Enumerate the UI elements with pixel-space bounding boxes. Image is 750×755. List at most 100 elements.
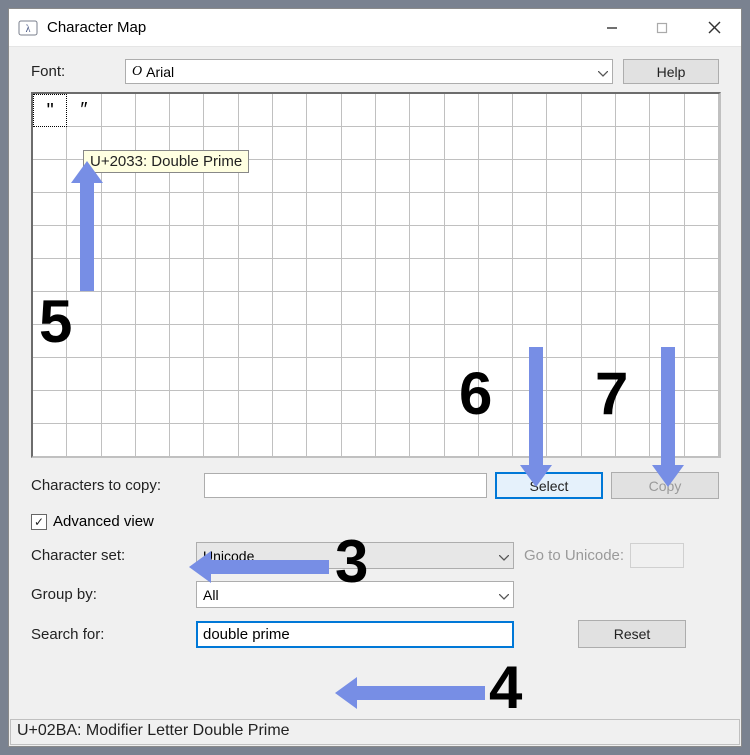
- grid-cell[interactable]: [513, 193, 547, 226]
- grid-cell[interactable]: [204, 358, 238, 391]
- grid-cell[interactable]: [376, 424, 410, 457]
- grid-cell[interactable]: [204, 325, 238, 358]
- grid-cell[interactable]: [685, 391, 719, 424]
- grid-cell[interactable]: [616, 292, 650, 325]
- grid-cell[interactable]: [513, 127, 547, 160]
- grid-cell[interactable]: [239, 391, 273, 424]
- grid-cell[interactable]: [479, 424, 513, 457]
- grid-cell[interactable]: [67, 424, 101, 457]
- grid-cell[interactable]: [273, 424, 307, 457]
- advanced-view-checkbox[interactable]: ✓: [31, 514, 47, 530]
- grid-cell[interactable]: [410, 391, 444, 424]
- grid-cell[interactable]: [479, 292, 513, 325]
- grid-cell[interactable]: [204, 226, 238, 259]
- grid-cell[interactable]: [650, 94, 684, 127]
- grid-cell[interactable]: [239, 325, 273, 358]
- grid-cell[interactable]: [239, 193, 273, 226]
- grid-cell[interactable]: [479, 94, 513, 127]
- goto-unicode-input[interactable]: [630, 543, 684, 568]
- grid-cell[interactable]: [102, 424, 136, 457]
- grid-cell[interactable]: [204, 94, 238, 127]
- grid-cell[interactable]: [685, 193, 719, 226]
- grid-cell[interactable]: [204, 424, 238, 457]
- grid-cell[interactable]: [376, 94, 410, 127]
- grid-cell[interactable]: [376, 391, 410, 424]
- grid-cell[interactable]: [273, 193, 307, 226]
- grid-cell[interactable]: [204, 259, 238, 292]
- grid-cell[interactable]: ": [33, 94, 67, 127]
- grid-cell[interactable]: [513, 259, 547, 292]
- grid-cell[interactable]: [170, 259, 204, 292]
- grid-cell[interactable]: [616, 424, 650, 457]
- grid-cell[interactable]: [685, 94, 719, 127]
- grid-cell[interactable]: [410, 259, 444, 292]
- grid-cell[interactable]: [616, 226, 650, 259]
- grid-cell[interactable]: [67, 325, 101, 358]
- grid-cell[interactable]: [307, 325, 341, 358]
- grid-cell[interactable]: [342, 160, 376, 193]
- grid-cell[interactable]: [102, 193, 136, 226]
- grid-cell[interactable]: [136, 391, 170, 424]
- grid-cell[interactable]: [102, 259, 136, 292]
- grid-cell[interactable]: [685, 226, 719, 259]
- grid-cell[interactable]: [410, 358, 444, 391]
- grid-cell[interactable]: [616, 160, 650, 193]
- grid-cell[interactable]: [616, 94, 650, 127]
- grid-cell[interactable]: [33, 127, 67, 160]
- grid-cell[interactable]: [616, 193, 650, 226]
- grid-cell[interactable]: [342, 193, 376, 226]
- grid-cell[interactable]: [273, 391, 307, 424]
- close-button[interactable]: [687, 9, 741, 47]
- grid-cell[interactable]: [479, 193, 513, 226]
- grid-cell[interactable]: [33, 391, 67, 424]
- grid-cell[interactable]: [376, 127, 410, 160]
- grid-cell[interactable]: [342, 94, 376, 127]
- grid-cell[interactable]: [445, 292, 479, 325]
- grid-cell[interactable]: [479, 160, 513, 193]
- grid-cell[interactable]: [650, 193, 684, 226]
- grid-cell[interactable]: [33, 193, 67, 226]
- grid-cell[interactable]: [582, 94, 616, 127]
- grid-cell[interactable]: [445, 160, 479, 193]
- grid-cell[interactable]: [239, 226, 273, 259]
- grid-cell[interactable]: [376, 259, 410, 292]
- grid-cell[interactable]: [204, 193, 238, 226]
- grid-cell[interactable]: [273, 325, 307, 358]
- grid-cell[interactable]: [410, 94, 444, 127]
- grid-cell[interactable]: [547, 160, 581, 193]
- grid-cell[interactable]: [170, 424, 204, 457]
- grid-cell[interactable]: [273, 127, 307, 160]
- grid-cell[interactable]: [102, 292, 136, 325]
- grid-cell[interactable]: [170, 325, 204, 358]
- grid-cell[interactable]: [547, 226, 581, 259]
- grid-cell[interactable]: [445, 193, 479, 226]
- grid-cell[interactable]: [685, 358, 719, 391]
- grid-cell[interactable]: [342, 391, 376, 424]
- grid-cell[interactable]: [307, 358, 341, 391]
- grid-cell[interactable]: [67, 391, 101, 424]
- grid-cell[interactable]: [445, 94, 479, 127]
- grid-cell[interactable]: [685, 424, 719, 457]
- grid-cell[interactable]: [239, 424, 273, 457]
- grid-cell[interactable]: [239, 259, 273, 292]
- grid-cell[interactable]: [204, 391, 238, 424]
- grid-cell[interactable]: [102, 226, 136, 259]
- grid-cell[interactable]: [342, 424, 376, 457]
- reset-button[interactable]: Reset: [578, 620, 686, 648]
- grid-cell[interactable]: [582, 325, 616, 358]
- grid-cell[interactable]: [410, 325, 444, 358]
- grid-cell[interactable]: [445, 325, 479, 358]
- grid-cell[interactable]: [307, 391, 341, 424]
- grid-cell[interactable]: [307, 127, 341, 160]
- grid-cell[interactable]: [342, 358, 376, 391]
- grid-cell[interactable]: [170, 292, 204, 325]
- grid-cell[interactable]: [136, 424, 170, 457]
- grid-cell[interactable]: [239, 94, 273, 127]
- grid-cell[interactable]: [547, 94, 581, 127]
- grid-cell[interactable]: [136, 325, 170, 358]
- grid-cell[interactable]: [342, 325, 376, 358]
- grid-cell[interactable]: [376, 358, 410, 391]
- grid-cell[interactable]: [547, 358, 581, 391]
- grid-cell[interactable]: [479, 226, 513, 259]
- grid-cell[interactable]: [136, 226, 170, 259]
